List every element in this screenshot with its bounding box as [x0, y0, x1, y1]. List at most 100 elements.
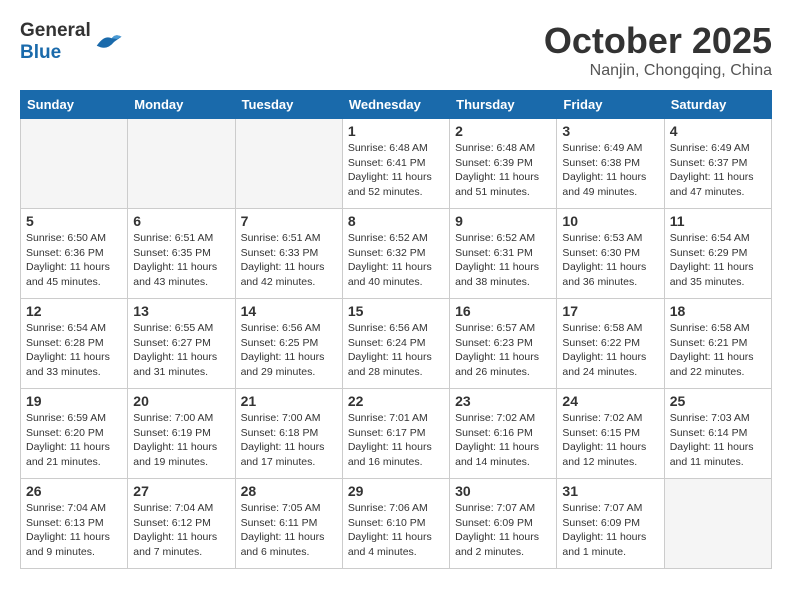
day-info: Sunrise: 7:02 AM Sunset: 6:16 PM Dayligh…: [455, 411, 551, 470]
day-cell-21: 21Sunrise: 7:00 AM Sunset: 6:18 PM Dayli…: [235, 389, 342, 479]
day-cell-9: 9Sunrise: 6:52 AM Sunset: 6:31 PM Daylig…: [450, 209, 557, 299]
header-saturday: Saturday: [664, 91, 771, 119]
week-row-5: 26 Sunrise: 7:04 AM Sunset: 6:13 PM Dayli…: [21, 479, 772, 569]
day-number: 3: [562, 123, 658, 139]
day-cell-1: 1 Sunrise: 6:48 AM Sunset: 6:41 PM Daylig…: [342, 119, 449, 209]
day-cell-14: 14 Sunrise: 6:56 AM Sunset: 6:25 PM Dayli…: [235, 299, 342, 389]
week-row-1: 1 Sunrise: 6:48 AM Sunset: 6:41 PM Daylig…: [21, 119, 772, 209]
logo: General Blue: [20, 20, 123, 64]
day-info: Sunrise: 6:52 AM Sunset: 6:32 PM Dayligh…: [348, 231, 444, 290]
day-info: Sunrise: 6:59 AM Sunset: 6:20 PM Dayligh…: [26, 411, 122, 470]
week-row-3: 12 Sunrise: 6:54 AM Sunset: 6:28 PM Dayli…: [21, 299, 772, 389]
week-row-4: 19 Sunrise: 6:59 AM Sunset: 6:20 PM Dayli…: [21, 389, 772, 479]
day-cell-31: 31Sunrise: 7:07 AM Sunset: 6:09 PM Dayli…: [557, 479, 664, 569]
location: Nanjin, Chongqing, China: [544, 62, 772, 80]
day-number: 11: [670, 213, 766, 229]
day-cell-10: 10 Sunrise: 6:53 AM Sunset: 6:30 PM Dayli…: [557, 209, 664, 299]
calendar-table: SundayMondayTuesdayWednesdayThursdayFrid…: [20, 90, 772, 569]
logo-general: General: [20, 20, 91, 41]
day-info: Sunrise: 7:04 AM Sunset: 6:12 PM Dayligh…: [133, 501, 229, 560]
day-info: Sunrise: 7:07 AM Sunset: 6:09 PM Dayligh…: [562, 501, 658, 560]
day-info: Sunrise: 6:48 AM Sunset: 6:39 PM Dayligh…: [455, 141, 551, 200]
day-cell-15: 15Sunrise: 6:56 AM Sunset: 6:24 PM Dayli…: [342, 299, 449, 389]
day-info: Sunrise: 6:50 AM Sunset: 6:36 PM Dayligh…: [26, 231, 122, 290]
day-info: Sunrise: 6:54 AM Sunset: 6:28 PM Dayligh…: [26, 321, 122, 380]
day-info: Sunrise: 7:02 AM Sunset: 6:15 PM Dayligh…: [562, 411, 658, 470]
day-cell-23: 23 Sunrise: 7:02 AM Sunset: 6:16 PM Dayli…: [450, 389, 557, 479]
day-number: 29: [348, 483, 444, 499]
header-friday: Friday: [557, 91, 664, 119]
day-number: 27: [133, 483, 229, 499]
header-sunday: Sunday: [21, 91, 128, 119]
day-info: Sunrise: 7:04 AM Sunset: 6:13 PM Dayligh…: [26, 501, 122, 560]
header-row: SundayMondayTuesdayWednesdayThursdayFrid…: [21, 91, 772, 119]
day-cell-22: 22Sunrise: 7:01 AM Sunset: 6:17 PM Dayli…: [342, 389, 449, 479]
day-cell-20: 20 Sunrise: 7:00 AM Sunset: 6:19 PM Dayli…: [128, 389, 235, 479]
day-number: 16: [455, 303, 551, 319]
day-cell-18: 18 Sunrise: 6:58 AM Sunset: 6:21 PM Dayli…: [664, 299, 771, 389]
day-info: Sunrise: 6:58 AM Sunset: 6:21 PM Dayligh…: [670, 321, 766, 380]
day-info: Sunrise: 7:06 AM Sunset: 6:10 PM Dayligh…: [348, 501, 444, 560]
day-info: Sunrise: 6:52 AM Sunset: 6:31 PM Dayligh…: [455, 231, 551, 290]
day-number: 26: [26, 483, 122, 499]
header-wednesday: Wednesday: [342, 91, 449, 119]
day-cell-16: 16Sunrise: 6:57 AM Sunset: 6:23 PM Dayli…: [450, 299, 557, 389]
day-cell-27: 27 Sunrise: 7:04 AM Sunset: 6:12 PM Dayli…: [128, 479, 235, 569]
day-cell-12: 12 Sunrise: 6:54 AM Sunset: 6:28 PM Dayli…: [21, 299, 128, 389]
day-cell-25: 25Sunrise: 7:03 AM Sunset: 6:14 PM Dayli…: [664, 389, 771, 479]
day-cell-19: 19 Sunrise: 6:59 AM Sunset: 6:20 PM Dayli…: [21, 389, 128, 479]
header-thursday: Thursday: [450, 91, 557, 119]
day-number: 14: [241, 303, 337, 319]
day-cell-29: 29 Sunrise: 7:06 AM Sunset: 6:10 PM Dayli…: [342, 479, 449, 569]
day-info: Sunrise: 7:05 AM Sunset: 6:11 PM Dayligh…: [241, 501, 337, 560]
day-number: 1: [348, 123, 444, 139]
month-title: October 2025: [544, 20, 772, 62]
day-number: 17: [562, 303, 658, 319]
day-info: Sunrise: 6:49 AM Sunset: 6:37 PM Dayligh…: [670, 141, 766, 200]
title-block: October 2025 Nanjin, Chongqing, China: [544, 20, 772, 80]
day-info: Sunrise: 6:56 AM Sunset: 6:25 PM Dayligh…: [241, 321, 337, 380]
day-info: Sunrise: 7:07 AM Sunset: 6:09 PM Dayligh…: [455, 501, 551, 560]
day-info: Sunrise: 6:48 AM Sunset: 6:41 PM Dayligh…: [348, 141, 444, 200]
day-number: 22: [348, 393, 444, 409]
empty-cell: [21, 119, 128, 209]
day-number: 23: [455, 393, 551, 409]
logo-bird-icon: [93, 30, 123, 54]
day-cell-2: 2Sunrise: 6:48 AM Sunset: 6:39 PM Daylig…: [450, 119, 557, 209]
day-number: 20: [133, 393, 229, 409]
header-tuesday: Tuesday: [235, 91, 342, 119]
day-info: Sunrise: 6:58 AM Sunset: 6:22 PM Dayligh…: [562, 321, 658, 380]
day-number: 5: [26, 213, 122, 229]
day-number: 18: [670, 303, 766, 319]
day-number: 7: [241, 213, 337, 229]
day-info: Sunrise: 7:00 AM Sunset: 6:19 PM Dayligh…: [133, 411, 229, 470]
day-cell-13: 13 Sunrise: 6:55 AM Sunset: 6:27 PM Dayli…: [128, 299, 235, 389]
empty-cell: [235, 119, 342, 209]
day-number: 28: [241, 483, 337, 499]
empty-cell: [664, 479, 771, 569]
day-cell-6: 6Sunrise: 6:51 AM Sunset: 6:35 PM Daylig…: [128, 209, 235, 299]
day-cell-17: 17 Sunrise: 6:58 AM Sunset: 6:22 PM Dayli…: [557, 299, 664, 389]
day-info: Sunrise: 6:55 AM Sunset: 6:27 PM Dayligh…: [133, 321, 229, 380]
day-cell-26: 26 Sunrise: 7:04 AM Sunset: 6:13 PM Dayli…: [21, 479, 128, 569]
header-monday: Monday: [128, 91, 235, 119]
day-number: 4: [670, 123, 766, 139]
day-cell-5: 5 Sunrise: 6:50 AM Sunset: 6:36 PM Daylig…: [21, 209, 128, 299]
logo-blue: Blue: [20, 42, 61, 63]
day-number: 19: [26, 393, 122, 409]
week-row-2: 5 Sunrise: 6:50 AM Sunset: 6:36 PM Daylig…: [21, 209, 772, 299]
day-cell-28: 28 Sunrise: 7:05 AM Sunset: 6:11 PM Dayli…: [235, 479, 342, 569]
day-number: 13: [133, 303, 229, 319]
day-number: 10: [562, 213, 658, 229]
day-cell-7: 7Sunrise: 6:51 AM Sunset: 6:33 PM Daylig…: [235, 209, 342, 299]
day-cell-11: 11Sunrise: 6:54 AM Sunset: 6:29 PM Dayli…: [664, 209, 771, 299]
day-number: 15: [348, 303, 444, 319]
day-info: Sunrise: 7:03 AM Sunset: 6:14 PM Dayligh…: [670, 411, 766, 470]
day-number: 30: [455, 483, 551, 499]
day-number: 12: [26, 303, 122, 319]
day-number: 24: [562, 393, 658, 409]
day-number: 6: [133, 213, 229, 229]
day-number: 8: [348, 213, 444, 229]
day-cell-24: 24 Sunrise: 7:02 AM Sunset: 6:15 PM Dayli…: [557, 389, 664, 479]
day-info: Sunrise: 6:53 AM Sunset: 6:30 PM Dayligh…: [562, 231, 658, 290]
